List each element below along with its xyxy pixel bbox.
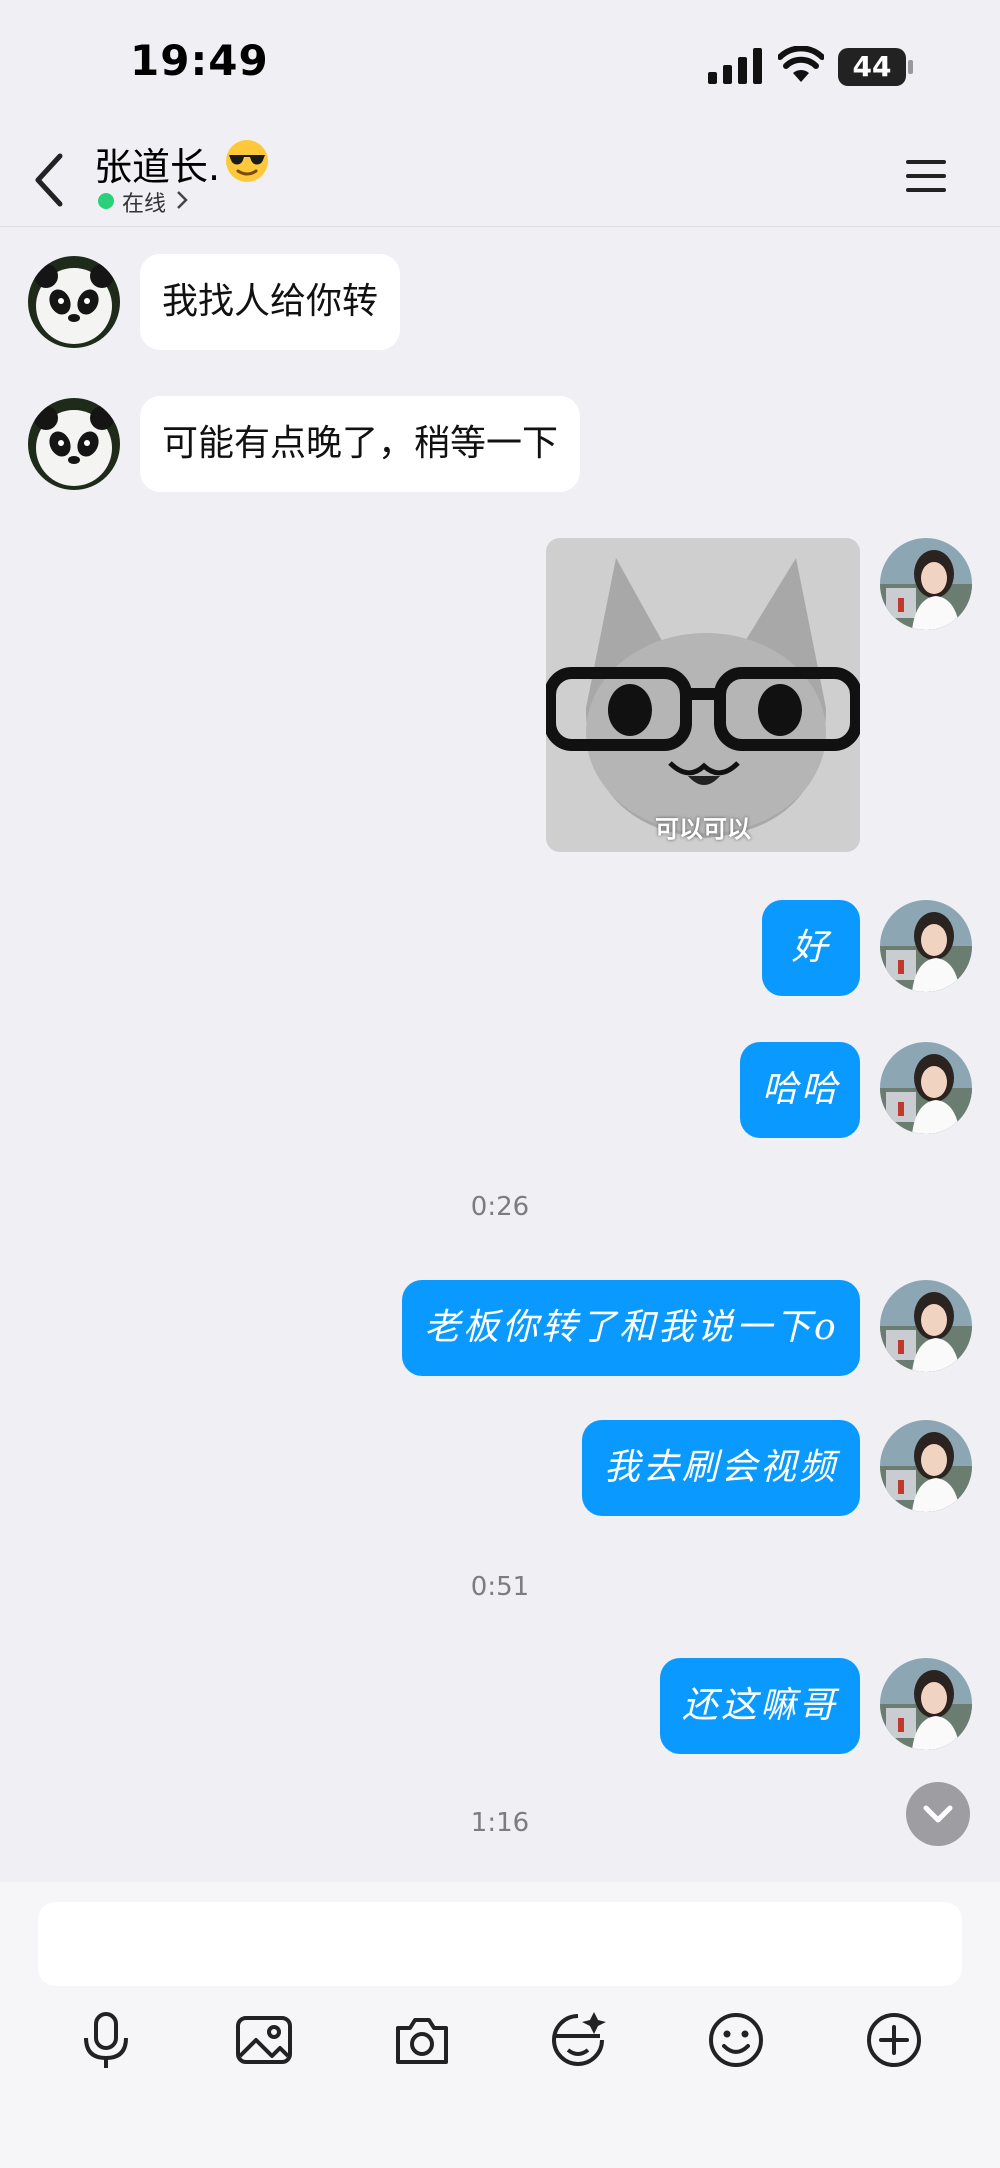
panda-avatar-image — [28, 256, 120, 348]
sticker-icon[interactable] — [546, 2008, 610, 2072]
my-avatar[interactable] — [880, 1420, 972, 1512]
online-status-text[interactable]: 在线 — [122, 186, 166, 218]
my-avatar[interactable] — [880, 900, 972, 992]
online-status-dot — [98, 193, 114, 209]
panda-avatar-image — [28, 398, 120, 490]
contact-avatar[interactable] — [28, 398, 120, 490]
message-bubble-incoming[interactable]: 我找人给你转 — [140, 254, 401, 350]
user-avatar-image — [880, 1042, 972, 1134]
camera-icon[interactable] — [390, 2008, 454, 2072]
cellular-signal-icon — [708, 48, 762, 84]
message-bubble-outgoing[interactable]: 哈哈 — [740, 1042, 860, 1138]
battery-level: 44 — [852, 50, 892, 83]
message-bubble-outgoing[interactable]: 我去刷会视频 — [582, 1420, 860, 1516]
image-icon[interactable] — [232, 2008, 296, 2072]
message-bubble-incoming[interactable]: 可能有点晚了，稍等一下 — [140, 396, 581, 492]
sticker-message[interactable]: 可以可以 — [546, 538, 860, 852]
user-avatar-image — [880, 1420, 972, 1512]
cat-glasses-sticker-image — [546, 538, 860, 852]
user-avatar-image — [880, 900, 972, 992]
emoji-icon[interactable] — [704, 2008, 768, 2072]
my-avatar[interactable] — [880, 538, 972, 630]
contact-avatar[interactable] — [28, 256, 120, 348]
user-avatar-image — [880, 1658, 972, 1750]
message-bubble-outgoing[interactable]: 好 — [762, 900, 860, 996]
message-input[interactable] — [38, 1902, 962, 1986]
message-bubble-outgoing[interactable]: 老板你转了和我说一下o — [402, 1280, 860, 1376]
message-timestamp: 0:51 — [470, 1572, 530, 1602]
plus-icon[interactable] — [862, 2008, 926, 2072]
my-avatar[interactable] — [880, 1280, 972, 1372]
wifi-icon — [778, 46, 824, 82]
menu-icon[interactable] — [904, 158, 948, 194]
sunglasses-emoji-icon — [226, 140, 268, 182]
message-timestamp: 1:16 — [470, 1808, 530, 1838]
scroll-to-bottom-button[interactable] — [906, 1782, 970, 1846]
message-bubble-outgoing[interactable]: 还这嘛哥 — [660, 1658, 860, 1754]
sticker-caption: 可以可以 — [655, 815, 751, 843]
user-avatar-image — [880, 1280, 972, 1372]
my-avatar[interactable] — [880, 1658, 972, 1750]
contact-name[interactable]: 张道长. — [94, 136, 220, 191]
chevron-down-icon — [923, 1805, 953, 1823]
microphone-icon[interactable] — [74, 2008, 138, 2072]
battery-icon: 44 — [838, 48, 913, 86]
back-arrow-icon[interactable] — [30, 150, 70, 210]
user-avatar-image — [880, 538, 972, 630]
message-timestamp: 0:26 — [470, 1192, 530, 1222]
my-avatar[interactable] — [880, 1042, 972, 1134]
status-time: 19:49 — [130, 36, 269, 85]
chevron-right-icon — [177, 191, 188, 209]
